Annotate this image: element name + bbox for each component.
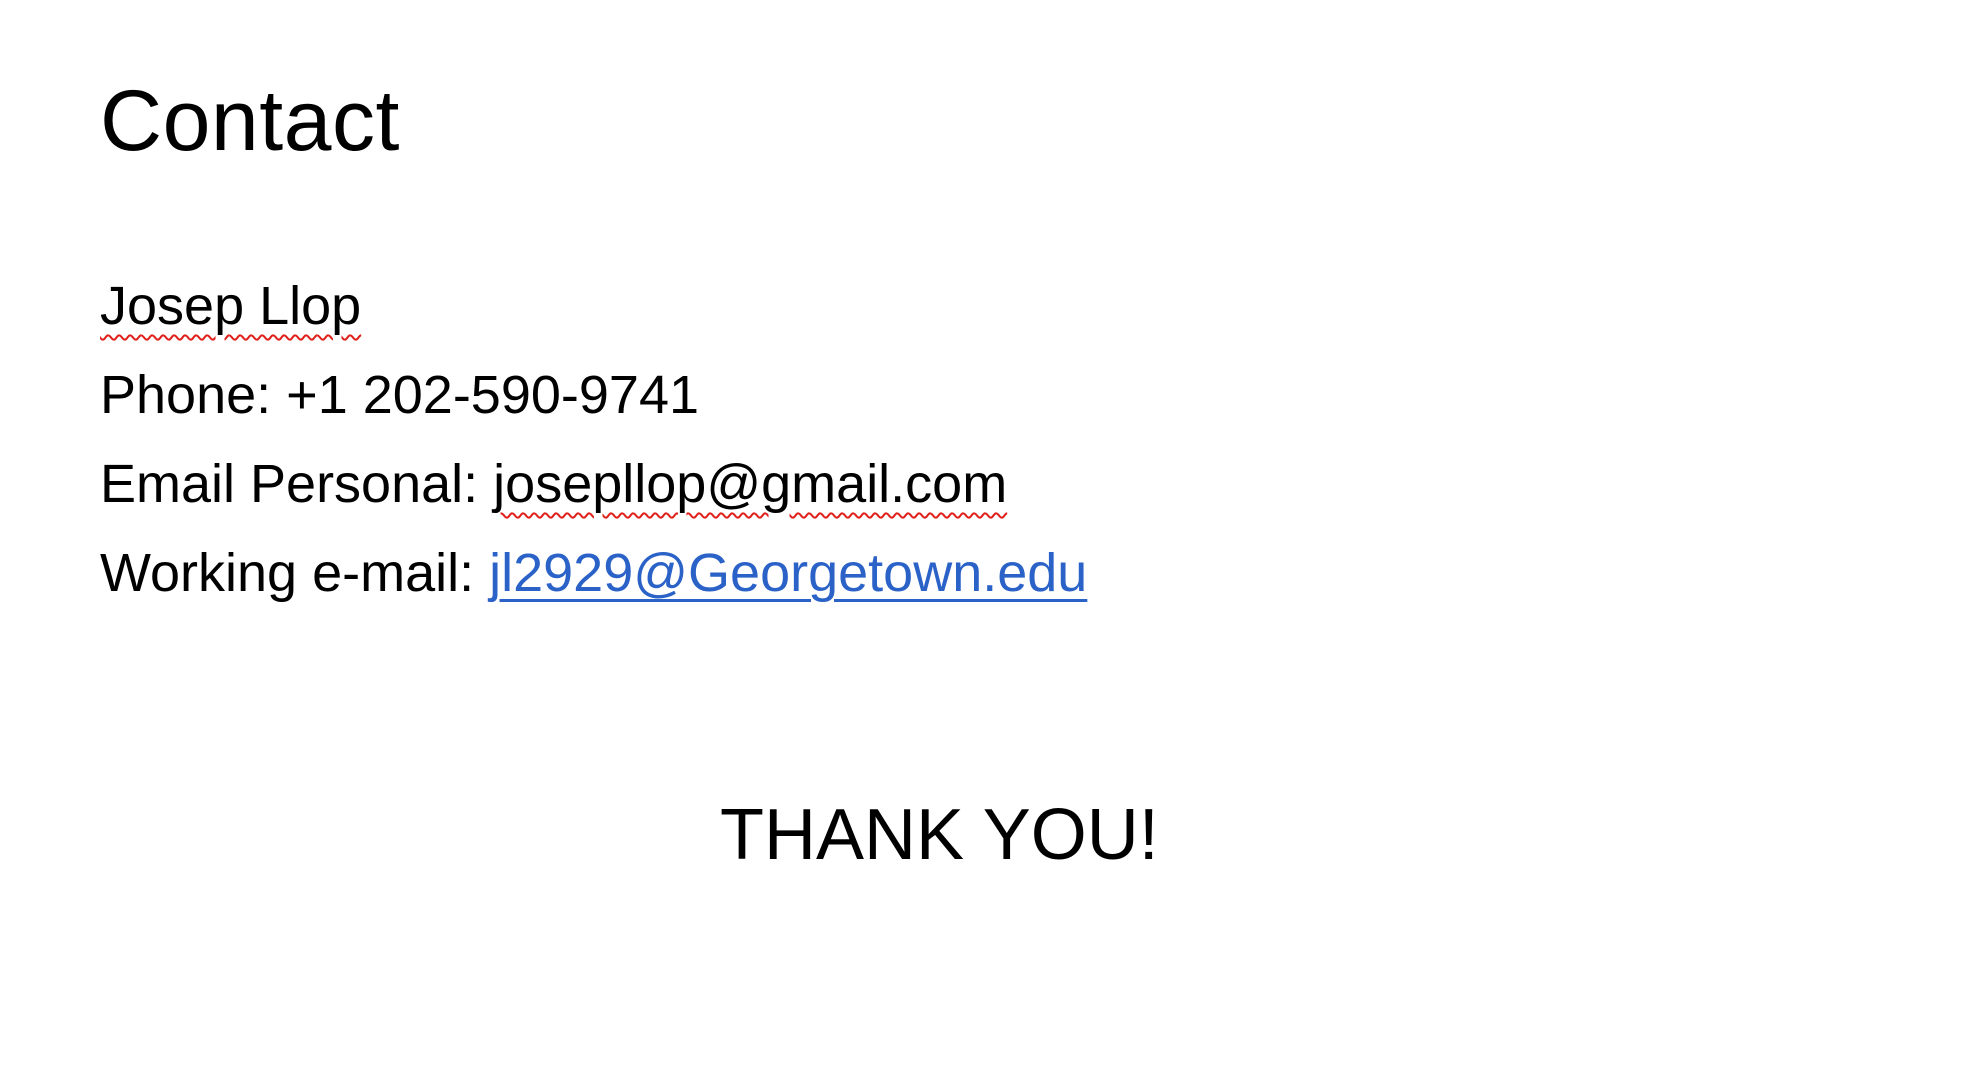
phone-value: +1 202-590-9741	[286, 365, 700, 425]
slide-title: Contact	[100, 73, 400, 169]
contact-name-line: Josep Llop	[100, 262, 1087, 351]
slide: Contact Josep Llop Phone: +1 202-590-974…	[0, 0, 1976, 1084]
contact-name: Josep Llop	[100, 276, 362, 336]
personal-email-label: Email Personal:	[100, 454, 494, 514]
personal-email-value: josepllop@gmail.com	[493, 454, 1008, 514]
contact-work-email-line: Working e-mail: jl2929@Georgetown.edu	[100, 529, 1087, 618]
work-email-link[interactable]: jl2929@Georgetown.edu	[489, 543, 1087, 603]
work-email-label: Working e-mail:	[100, 543, 490, 603]
contact-phone-line: Phone: +1 202-590-9741	[100, 351, 1087, 440]
phone-label: Phone:	[100, 365, 287, 425]
contact-list: Josep Llop Phone: +1 202-590-9741 Email …	[100, 262, 1087, 618]
contact-personal-email-line: Email Personal: josepllop@gmail.com	[100, 440, 1087, 529]
thank-you-text: THANK YOU!	[720, 795, 1159, 875]
